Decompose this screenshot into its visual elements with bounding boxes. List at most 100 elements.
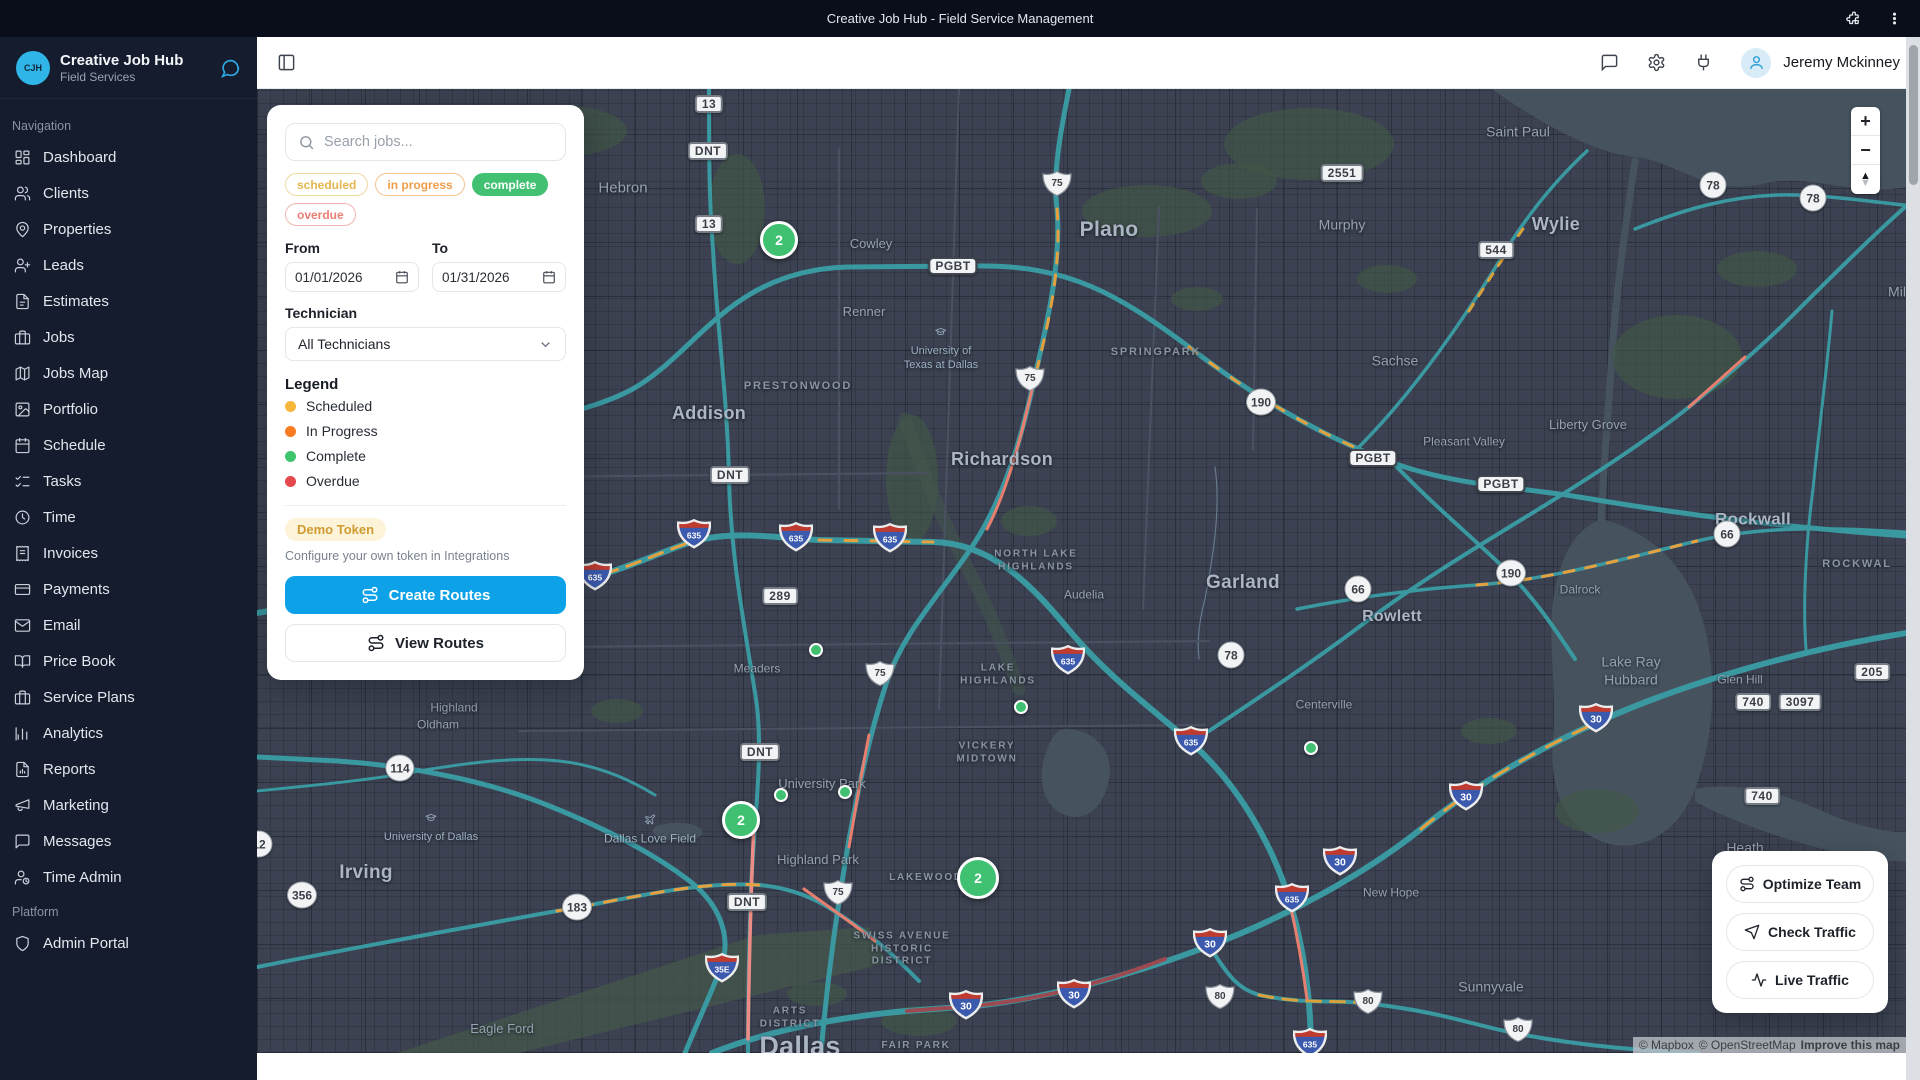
route-icon bbox=[367, 634, 385, 652]
briefcase-icon bbox=[14, 329, 31, 346]
osm-attribution-link[interactable]: © OpenStreetMap bbox=[1699, 1038, 1796, 1052]
legend: ScheduledIn ProgressCompleteOverdue bbox=[285, 394, 566, 493]
credit-card-icon bbox=[14, 581, 31, 598]
create-routes-button[interactable]: Create Routes bbox=[285, 576, 566, 614]
page-scrollbar[interactable] bbox=[1906, 37, 1920, 1080]
route-icon bbox=[361, 586, 379, 604]
zoom-in-button[interactable]: + bbox=[1851, 107, 1880, 136]
sidebar-item-time-admin[interactable]: Time Admin bbox=[0, 859, 257, 895]
sidebar-item-invoices[interactable]: Invoices bbox=[0, 535, 257, 571]
job-marker-complete[interactable] bbox=[809, 643, 823, 657]
nav-section-label: Platform bbox=[0, 895, 257, 925]
sidebar-item-admin-portal[interactable]: Admin Portal bbox=[0, 925, 257, 961]
job-cluster-marker[interactable]: 2 bbox=[722, 801, 760, 839]
messages-icon[interactable] bbox=[1600, 53, 1619, 72]
sidebar-item-jobs[interactable]: Jobs bbox=[0, 319, 257, 355]
sidebar-item-marketing[interactable]: Marketing bbox=[0, 787, 257, 823]
sidebar-item-label: Messages bbox=[43, 833, 111, 850]
map-pin-icon bbox=[14, 221, 31, 238]
job-marker-complete[interactable] bbox=[774, 788, 788, 802]
send-icon bbox=[1744, 924, 1760, 940]
live-traffic-button[interactable]: Live Traffic bbox=[1726, 961, 1874, 999]
job-marker-complete[interactable] bbox=[1304, 741, 1318, 755]
sidebar-item-service-plans[interactable]: Service Plans bbox=[0, 679, 257, 715]
sidebar-nav: NavigationDashboardClientsPropertiesLead… bbox=[0, 99, 257, 961]
sidebar-item-leads[interactable]: Leads bbox=[0, 247, 257, 283]
extensions-puzzle-icon[interactable] bbox=[1844, 10, 1861, 27]
sidebar-item-dashboard[interactable]: Dashboard bbox=[0, 139, 257, 175]
sidebar-item-price-book[interactable]: Price Book bbox=[0, 643, 257, 679]
optimize-team-button[interactable]: Optimize Team bbox=[1726, 865, 1874, 903]
message-square-icon bbox=[14, 833, 31, 850]
sidebar-item-payments[interactable]: Payments bbox=[0, 571, 257, 607]
legend-title: Legend bbox=[285, 376, 566, 393]
integrations-plug-icon[interactable] bbox=[1694, 53, 1713, 72]
browser-menu-kebab-icon[interactable] bbox=[1887, 11, 1902, 26]
sidebar-item-label: Properties bbox=[43, 221, 111, 238]
sidebar-item-tasks[interactable]: Tasks bbox=[0, 463, 257, 499]
sidebar-item-properties[interactable]: Properties bbox=[0, 211, 257, 247]
sidebar-item-clients[interactable]: Clients bbox=[0, 175, 257, 211]
map-icon bbox=[14, 365, 31, 382]
calendar-icon[interactable] bbox=[395, 270, 409, 284]
sidebar-item-portfolio[interactable]: Portfolio bbox=[0, 391, 257, 427]
scrollbar-thumb[interactable] bbox=[1909, 45, 1918, 185]
legend-label: Overdue bbox=[306, 473, 360, 489]
map-canvas[interactable]: PlanoWylieAddisonRichardsonGarlandRowlet… bbox=[257, 89, 1920, 1053]
view-routes-button[interactable]: View Routes bbox=[285, 624, 566, 662]
activity-icon bbox=[1751, 972, 1767, 988]
sidebar-item-label: Admin Portal bbox=[43, 935, 129, 952]
sidebar-toggle-icon[interactable] bbox=[277, 53, 296, 72]
to-date-input[interactable]: 01/31/2026 bbox=[432, 262, 566, 292]
legend-item: Complete bbox=[285, 444, 566, 468]
settings-gear-icon[interactable] bbox=[1647, 53, 1666, 72]
shield-icon bbox=[14, 935, 31, 952]
sidebar-item-reports[interactable]: Reports bbox=[0, 751, 257, 787]
check-traffic-button[interactable]: Check Traffic bbox=[1726, 913, 1874, 951]
bar-chart-icon bbox=[14, 725, 31, 742]
job-cluster-marker[interactable]: 2 bbox=[957, 857, 999, 899]
chat-bubble-icon[interactable] bbox=[220, 58, 241, 79]
pitch-toggle-button[interactable]: ▲▼ bbox=[1851, 165, 1880, 194]
legend-item: Scheduled bbox=[285, 394, 566, 418]
users-icon bbox=[14, 185, 31, 202]
sidebar-item-analytics[interactable]: Analytics bbox=[0, 715, 257, 751]
brand-logo: CJH bbox=[16, 51, 50, 85]
from-date-input[interactable]: 01/01/2026 bbox=[285, 262, 419, 292]
chip-complete[interactable]: complete bbox=[472, 173, 549, 196]
sidebar-item-email[interactable]: Email bbox=[0, 607, 257, 643]
sidebar-item-messages[interactable]: Messages bbox=[0, 823, 257, 859]
sidebar-item-estimates[interactable]: Estimates bbox=[0, 283, 257, 319]
sidebar-item-label: Marketing bbox=[43, 797, 109, 814]
dashboard-icon bbox=[14, 149, 31, 166]
calendar-icon[interactable] bbox=[542, 270, 556, 284]
job-marker-complete[interactable] bbox=[838, 785, 852, 799]
job-marker-complete[interactable] bbox=[1014, 700, 1028, 714]
sidebar: CJH Creative Job Hub Field Services Navi… bbox=[0, 37, 257, 1080]
window-titlebar: Creative Job Hub - Field Service Managem… bbox=[0, 0, 1920, 37]
sidebar-item-jobs-map[interactable]: Jobs Map bbox=[0, 355, 257, 391]
chip-in-progress[interactable]: in progress bbox=[375, 173, 464, 196]
sidebar-item-label: Service Plans bbox=[43, 689, 135, 706]
user-plus-icon bbox=[14, 257, 31, 274]
mail-icon bbox=[14, 617, 31, 634]
technician-select[interactable]: All Technicians bbox=[285, 327, 566, 361]
sidebar-item-schedule[interactable]: Schedule bbox=[0, 427, 257, 463]
zoom-out-button[interactable]: − bbox=[1851, 136, 1880, 165]
chip-scheduled[interactable]: scheduled bbox=[285, 173, 368, 196]
topbar: Jeremy Mckinney bbox=[257, 37, 1920, 89]
user-name[interactable]: Jeremy Mckinney bbox=[1783, 54, 1900, 71]
file-chart-icon bbox=[14, 761, 31, 778]
demo-token-badge: Demo Token bbox=[285, 518, 386, 541]
sidebar-item-time[interactable]: Time bbox=[0, 499, 257, 535]
sidebar-item-label: Clients bbox=[43, 185, 89, 202]
book-open-icon bbox=[14, 653, 31, 670]
user-avatar[interactable] bbox=[1741, 48, 1771, 78]
job-cluster-marker[interactable]: 2 bbox=[760, 221, 798, 259]
mapbox-attribution-link[interactable]: © Mapbox bbox=[1639, 1038, 1694, 1052]
route-icon bbox=[1739, 876, 1755, 892]
search-input[interactable]: Search jobs... bbox=[285, 123, 566, 161]
demo-token-note: Configure your own token in Integrations bbox=[285, 549, 566, 563]
improve-map-link[interactable]: Improve this map bbox=[1801, 1038, 1900, 1052]
chip-overdue[interactable]: overdue bbox=[285, 203, 356, 226]
